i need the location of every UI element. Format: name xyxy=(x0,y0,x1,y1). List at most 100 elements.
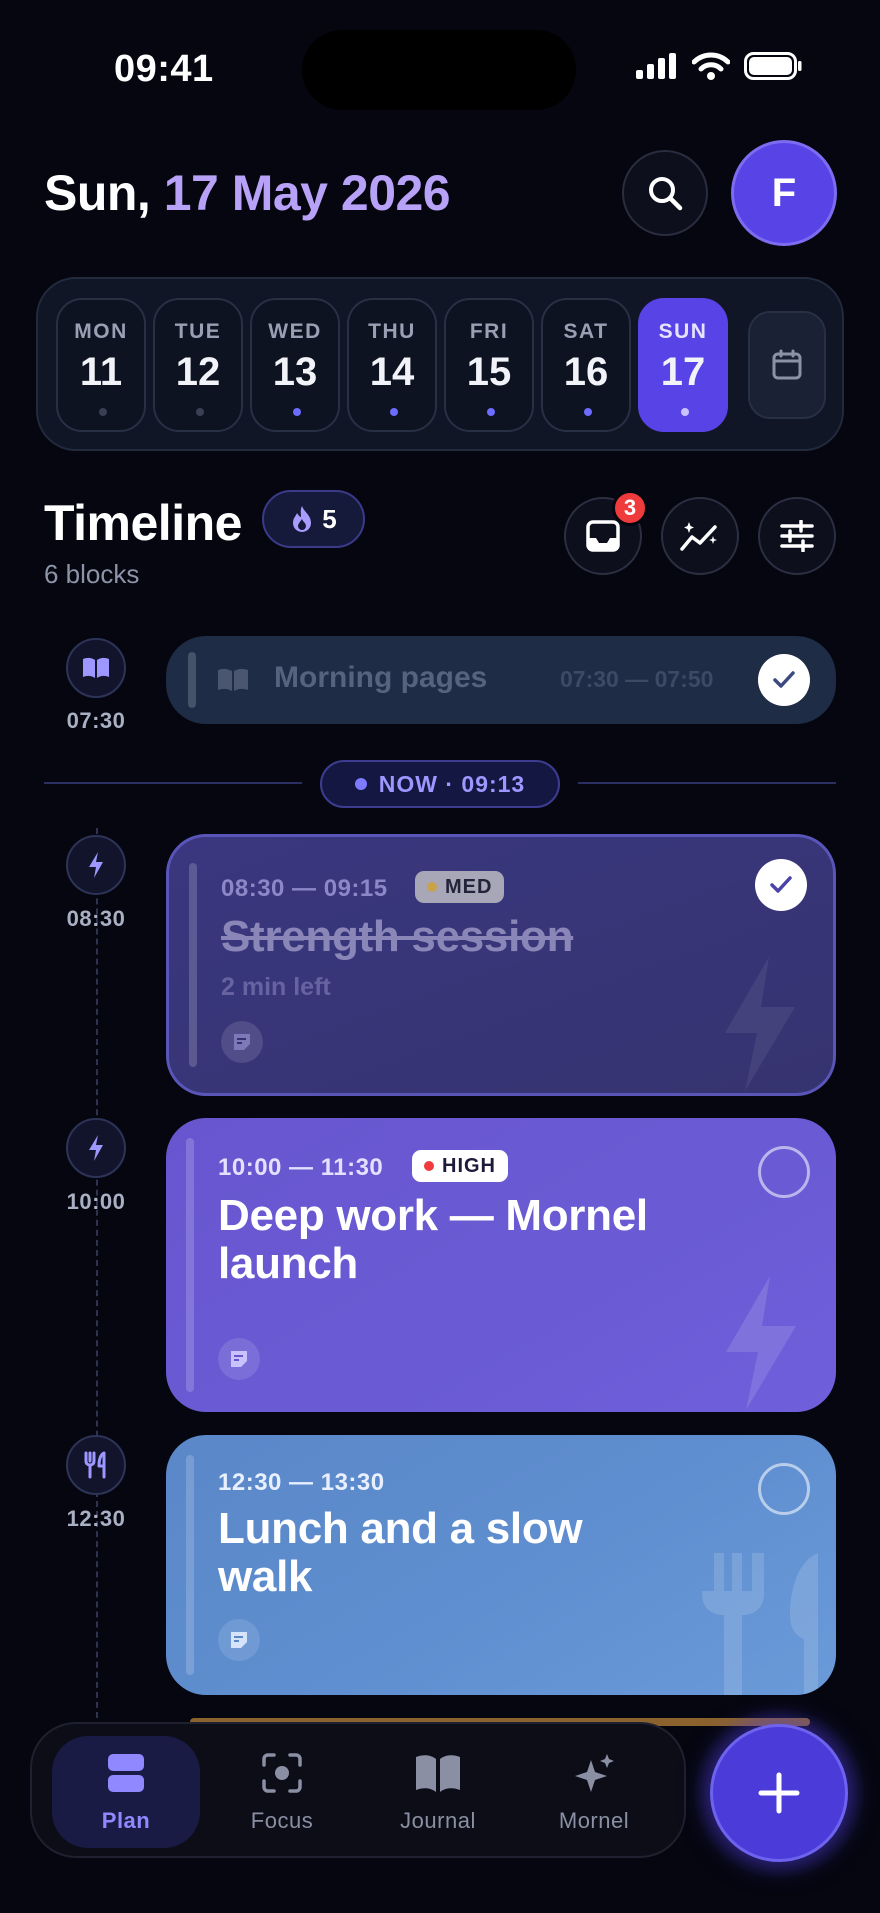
fork-knife-icon xyxy=(84,1451,106,1479)
search-icon xyxy=(649,177,683,211)
nav-label: Journal xyxy=(400,1808,476,1833)
day-name: FRI xyxy=(469,320,509,343)
block-card-lunch[interactable]: 12:30 — 13:30 Lunch and a slow walk xyxy=(166,1435,836,1695)
day-number: 11 xyxy=(79,350,123,394)
day-dot xyxy=(293,408,301,416)
card-stripe xyxy=(188,652,196,708)
complete-checkbox[interactable] xyxy=(758,1146,810,1198)
nav-plan[interactable]: Plan xyxy=(52,1736,200,1848)
card-stripe xyxy=(186,1455,194,1675)
nav-journal[interactable]: Journal xyxy=(364,1736,512,1848)
day-dot xyxy=(487,408,495,416)
note-icon xyxy=(231,1632,247,1648)
inbox-icon xyxy=(586,520,620,552)
now-label: NOW · 09:13 xyxy=(378,770,526,797)
note-button[interactable] xyxy=(218,1619,260,1661)
day-name: TUE xyxy=(174,320,222,343)
streak-badge[interactable]: 5 xyxy=(262,490,365,548)
block-title: Morning pages xyxy=(274,661,488,694)
day-name: MON xyxy=(74,320,128,343)
search-button[interactable] xyxy=(622,150,708,236)
day-name: SUN xyxy=(658,320,708,343)
calendar-icon xyxy=(772,349,802,380)
block-time-range: 10:00 — 11:30 xyxy=(218,1154,384,1181)
block-title-line-1: Lunch and a slow xyxy=(218,1504,583,1553)
page-title: Sun, 17 May 2026 xyxy=(44,164,451,222)
block-title-line-2: walk xyxy=(218,1552,313,1601)
day-name: THU xyxy=(368,320,416,343)
bottom-nav: Plan Focus Journal Mornel xyxy=(30,1722,686,1858)
block-card-strength-session[interactable]: 08:30 — 09:15 MED Strength session 2 min… xyxy=(166,834,836,1096)
day-wed[interactable]: WED 13 xyxy=(250,298,340,432)
block-time-range: 08:30 — 09:15 xyxy=(221,875,388,902)
day-number: 15 xyxy=(466,350,512,394)
rail-book-icon xyxy=(66,638,126,698)
trend-sparkle-icon xyxy=(680,522,717,551)
date-accent: 17 May 2026 xyxy=(163,165,451,221)
avatar[interactable]: F xyxy=(731,140,837,246)
complete-checkbox[interactable] xyxy=(758,1463,810,1515)
book-icon xyxy=(218,668,248,691)
note-icon xyxy=(231,1351,247,1367)
day-fri[interactable]: FRI 15 xyxy=(444,298,534,432)
bolt-icon xyxy=(89,1135,103,1161)
journal-icon xyxy=(416,1755,460,1792)
priority-badge: MED xyxy=(415,871,505,903)
day-mon[interactable]: MON 11 xyxy=(56,298,146,432)
filter-button[interactable] xyxy=(758,497,836,575)
rail-fork-knife-icon xyxy=(66,1435,126,1495)
signal-icon xyxy=(636,53,676,79)
plan-icon xyxy=(108,1754,144,1792)
day-dot xyxy=(99,408,107,416)
wifi-icon xyxy=(692,52,730,80)
block-card-morning-pages[interactable]: Morning pages 07:30 — 07:50 xyxy=(166,636,836,724)
block-title: Strength session xyxy=(221,912,574,961)
day-number: 17 xyxy=(660,350,706,394)
complete-checkbox[interactable] xyxy=(758,654,810,706)
date-weekday: Sun, xyxy=(44,165,164,221)
priority-badge: HIGH xyxy=(412,1150,508,1182)
now-indicator: NOW · 09:13 xyxy=(320,760,560,808)
block-title-line-1: Deep work — Mornel xyxy=(218,1191,648,1240)
rail-time: 07:30 xyxy=(66,708,126,733)
nav-mornel[interactable]: Mornel xyxy=(520,1736,668,1848)
priority-dot xyxy=(427,882,437,892)
day-name: SAT xyxy=(563,320,609,343)
add-block-button[interactable] xyxy=(710,1724,848,1862)
nav-focus[interactable]: Focus xyxy=(208,1736,356,1848)
insights-button[interactable] xyxy=(661,497,739,575)
day-number: 12 xyxy=(175,350,221,394)
note-button[interactable] xyxy=(221,1021,263,1063)
sliders-icon xyxy=(780,520,814,552)
book-icon xyxy=(83,657,109,678)
bolt-icon xyxy=(89,852,103,878)
flame-icon xyxy=(293,506,312,532)
card-stripe xyxy=(186,1138,194,1392)
day-sat[interactable]: SAT 16 xyxy=(541,298,631,432)
day-name: WED xyxy=(268,320,322,343)
block-time-range: 12:30 — 13:30 xyxy=(218,1469,385,1496)
block-title-line-2: launch xyxy=(218,1239,358,1288)
complete-checkbox[interactable] xyxy=(755,859,807,911)
rail-time: 10:00 xyxy=(66,1189,126,1214)
card-stripe xyxy=(189,863,197,1067)
note-button[interactable] xyxy=(218,1338,260,1380)
priority-label: MED xyxy=(445,875,493,898)
nav-label: Focus xyxy=(250,1808,314,1833)
bolt-watermark-icon xyxy=(725,957,795,1091)
calendar-button[interactable] xyxy=(748,311,826,419)
priority-dot xyxy=(424,1161,434,1171)
rail-time: 12:30 xyxy=(66,1506,126,1531)
day-thu[interactable]: THU 14 xyxy=(347,298,437,432)
block-card-deep-work[interactable]: 10:00 — 11:30 HIGH Deep work — Mornel la… xyxy=(166,1118,836,1412)
priority-label: HIGH xyxy=(442,1154,496,1177)
battery-icon xyxy=(744,52,802,80)
status-icons xyxy=(636,52,802,80)
bolt-watermark-icon xyxy=(726,1276,796,1410)
nav-label: Plan xyxy=(101,1808,151,1833)
dynamic-island xyxy=(302,30,576,110)
day-sun-selected[interactable]: SUN 17 xyxy=(638,298,728,432)
day-tue[interactable]: TUE 12 xyxy=(153,298,243,432)
day-dot xyxy=(681,408,689,416)
streak-count: 5 xyxy=(322,503,337,534)
